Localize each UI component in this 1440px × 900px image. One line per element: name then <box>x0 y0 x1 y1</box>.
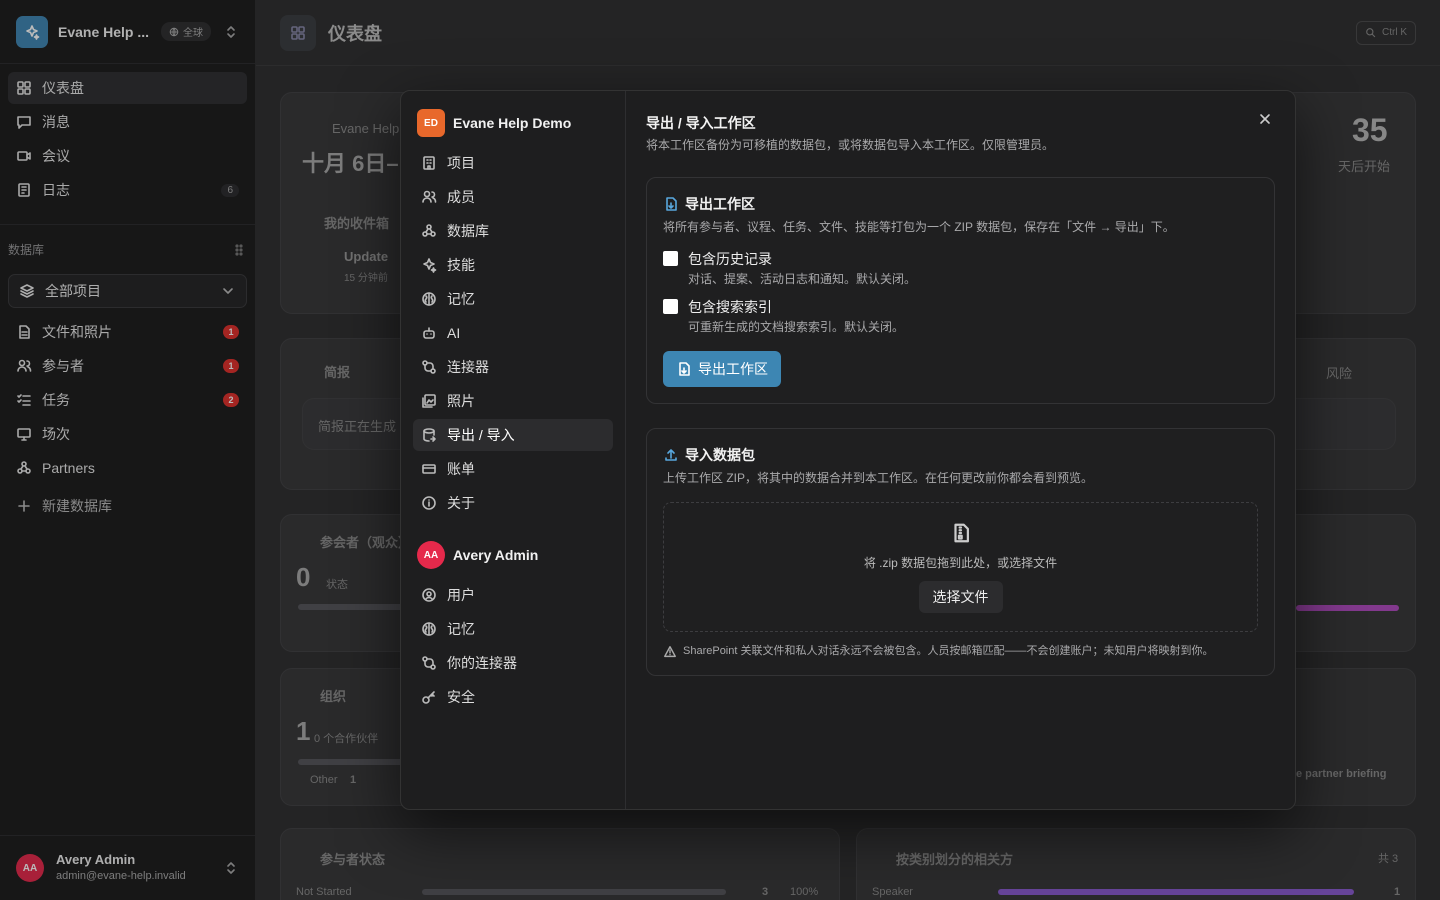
warning-icon <box>664 646 676 658</box>
settings-nav: ED Evane Help Demo 项目 成员 数据库 技能 记忆 AI 连接… <box>401 91 626 809</box>
export-description: 将所有参与者、议程、任务、文件、技能等打包为一个 ZIP 数据包，保存在「文件 … <box>663 220 1175 234</box>
modal-description: 将本工作区备份为可移植的数据包，或将数据包导入本工作区。仅限管理员。 <box>646 138 1055 152</box>
upload-icon <box>665 449 677 461</box>
file-export-icon <box>666 197 677 211</box>
users-icon <box>422 190 437 203</box>
info-icon <box>422 496 436 510</box>
export-import-icon <box>423 428 436 442</box>
settings-nav-photos[interactable]: 照片 <box>413 385 613 417</box>
settings-content: 导出 / 导入工作区 将本工作区备份为可移植的数据包，或将数据包导入本工作区。仅… <box>626 91 1295 809</box>
brain-icon <box>422 292 436 306</box>
settings-nav-export-import[interactable]: 导出 / 导入 <box>413 419 613 451</box>
nav-label: 记忆 <box>447 291 475 307</box>
database-icon <box>422 224 436 237</box>
include-history-checkbox[interactable] <box>663 251 678 266</box>
import-title-label: 导入数据包 <box>685 447 755 463</box>
settings-nav-user[interactable]: 用户 <box>413 579 613 611</box>
option-description: 可重新生成的文档搜索索引。默认关闭。 <box>688 320 905 334</box>
user-header: AA Avery Admin <box>413 539 613 571</box>
nav-label: 连接器 <box>447 359 489 375</box>
file-export-icon <box>679 362 690 376</box>
nav-label: 成员 <box>447 189 475 205</box>
workspace-avatar: ED <box>417 109 445 137</box>
avatar: AA <box>417 541 445 569</box>
export-button-label: 导出工作区 <box>698 361 768 377</box>
brain-icon <box>422 622 436 636</box>
import-note-text: SharePoint 关联文件和私人对话永远不会被包含。人员按邮箱匹配——不会创… <box>683 645 1214 657</box>
dropzone-text: 将 .zip 数据包拖到此处，或选择文件 <box>863 555 1058 570</box>
bot-icon <box>423 327 435 339</box>
user-circle-icon <box>422 588 436 602</box>
connector-icon <box>422 656 436 670</box>
nav-label: 导出 / 导入 <box>447 427 515 443</box>
option-label: 包含搜索索引 <box>688 299 772 315</box>
option-label: 包含历史记录 <box>688 251 772 267</box>
settings-nav-about[interactable]: 关于 <box>413 487 613 519</box>
nav-label: 关于 <box>447 495 475 511</box>
include-index-checkbox[interactable] <box>663 299 678 314</box>
nav-label: 安全 <box>447 689 475 705</box>
choose-file-button[interactable]: 选择文件 <box>918 580 1003 613</box>
settings-nav-user-connectors[interactable]: 你的连接器 <box>413 647 613 679</box>
nav-label: 项目 <box>447 155 475 171</box>
settings-nav-members[interactable]: 成员 <box>413 181 613 213</box>
settings-nav-databases[interactable]: 数据库 <box>413 215 613 247</box>
export-title-label: 导出工作区 <box>685 196 755 212</box>
nav-label: 用户 <box>447 587 475 603</box>
import-panel: 导入数据包 上传工作区 ZIP，将其中的数据合并到本工作区。在任何更改前你都会看… <box>646 428 1275 676</box>
user-name: Avery Admin <box>453 547 539 563</box>
nav-label: 你的连接器 <box>447 655 517 671</box>
card-icon <box>422 464 436 474</box>
nav-label: 记忆 <box>447 621 475 637</box>
settings-nav-projects[interactable]: 项目 <box>413 147 613 179</box>
settings-nav-billing[interactable]: 账单 <box>413 453 613 485</box>
import-note: SharePoint 关联文件和私人对话永远不会被包含。人员按邮箱匹配——不会创… <box>663 644 1258 659</box>
settings-nav-ai[interactable]: AI <box>413 317 613 349</box>
key-icon <box>422 691 435 704</box>
import-title: 导入数据包 <box>663 445 1258 465</box>
settings-nav-connectors[interactable]: 连接器 <box>413 351 613 383</box>
include-index-option[interactable]: 包含搜索索引 可重新生成的文档搜索索引。默认关闭。 <box>663 297 1258 335</box>
connector-icon <box>422 360 436 374</box>
photo-icon <box>422 394 436 408</box>
modal-title: 导出 / 导入工作区 <box>646 115 756 131</box>
export-title: 导出工作区 <box>663 194 1258 214</box>
nav-label: 技能 <box>447 257 475 273</box>
nav-label: AI <box>447 325 461 341</box>
nav-label: 数据库 <box>447 223 489 239</box>
sparkle-icon <box>423 258 437 273</box>
settings-modal: ED Evane Help Demo 项目 成员 数据库 技能 记忆 AI 连接… <box>400 90 1296 810</box>
settings-nav-security[interactable]: 安全 <box>413 681 613 713</box>
close-icon[interactable] <box>1257 111 1273 127</box>
building-icon <box>423 156 435 170</box>
workspace-header: ED Evane Help Demo <box>413 107 613 139</box>
import-description: 上传工作区 ZIP，将其中的数据合并到本工作区。在任何更改前你都会看到预览。 <box>663 471 1094 485</box>
option-text: 包含搜索索引 可重新生成的文档搜索索引。默认关闭。 <box>688 297 904 335</box>
include-history-option[interactable]: 包含历史记录 对话、提案、活动日志和通知。默认关闭。 <box>663 249 1258 287</box>
option-description: 对话、提案、活动日志和通知。默认关闭。 <box>688 272 917 286</box>
nav-label: 账单 <box>447 461 475 477</box>
option-text: 包含历史记录 对话、提案、活动日志和通知。默认关闭。 <box>688 249 916 287</box>
export-panel: 导出工作区 将所有参与者、议程、任务、文件、技能等打包为一个 ZIP 数据包，保… <box>646 177 1275 404</box>
file-archive-icon <box>953 523 969 542</box>
export-workspace-button[interactable]: 导出工作区 <box>663 351 781 387</box>
workspace-name: Evane Help Demo <box>453 115 572 131</box>
settings-nav-memory[interactable]: 记忆 <box>413 283 613 315</box>
nav-label: 照片 <box>447 393 475 409</box>
zip-dropzone[interactable]: 将 .zip 数据包拖到此处，或选择文件 选择文件 <box>663 502 1258 632</box>
settings-nav-user-memory[interactable]: 记忆 <box>413 613 613 645</box>
settings-nav-skills[interactable]: 技能 <box>413 249 613 281</box>
